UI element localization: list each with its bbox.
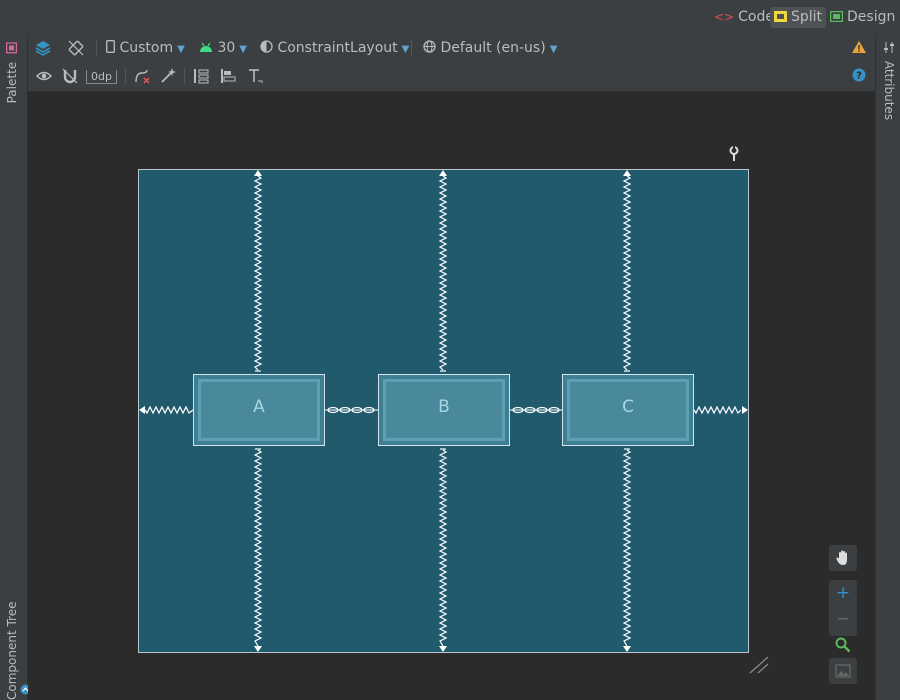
hand-icon [835, 550, 851, 571]
constraint-arrow [439, 646, 447, 652]
constraint-arrow [254, 646, 262, 652]
zoom-to-fit-button[interactable] [829, 632, 857, 658]
vertical-constraint-spring [622, 175, 632, 371]
pan-button[interactable] [829, 545, 857, 571]
widget-a[interactable]: A [193, 374, 325, 446]
zoom-in-icon[interactable]: + [829, 580, 857, 606]
zoom-group: + − [829, 580, 857, 636]
magnifier-icon [835, 637, 851, 657]
pan-zoom-window-button[interactable] [829, 658, 857, 684]
constraint-arrow [139, 406, 145, 414]
image-icon [835, 663, 851, 682]
zoom-out-icon[interactable]: − [829, 606, 857, 632]
constraint-arrow [623, 646, 631, 652]
vertical-constraint-spring [438, 175, 448, 371]
constraint-springs [139, 170, 748, 652]
horizontal-constraint-spring [693, 405, 742, 415]
widget-label: A [253, 397, 265, 417]
vertical-constraint-spring [622, 449, 632, 647]
widget-c[interactable]: C [562, 374, 694, 446]
widget-b[interactable]: B [378, 374, 510, 446]
horizontal-constraint-spring [144, 405, 194, 415]
widget-label: B [438, 397, 450, 417]
constraint-arrow [439, 170, 447, 176]
constraint-arrow [254, 170, 262, 176]
resize-handle-icon[interactable] [748, 655, 770, 679]
vertical-constraint-spring [253, 175, 263, 371]
widget-label: C [622, 397, 634, 417]
vertical-constraint-spring [438, 449, 448, 647]
constraint-arrow [742, 406, 748, 414]
vertical-constraint-spring [253, 449, 263, 647]
constraint-arrow [623, 170, 631, 176]
